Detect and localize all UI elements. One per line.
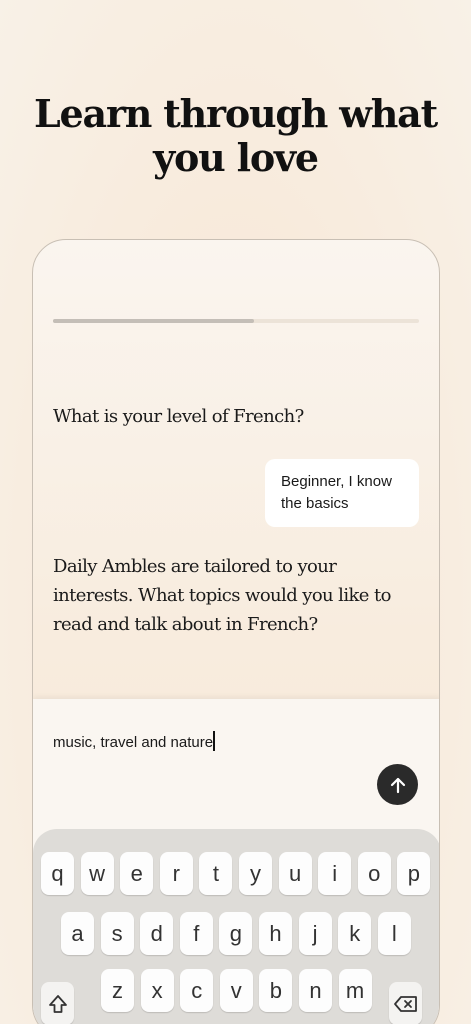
shift-key[interactable] — [41, 982, 74, 1024]
shift-icon — [48, 994, 67, 1013]
key-e[interactable]: e — [120, 852, 154, 895]
key-w[interactable]: w — [80, 852, 114, 895]
key-b[interactable]: b — [259, 969, 293, 1012]
key-p[interactable]: p — [397, 852, 431, 895]
key-s[interactable]: s — [100, 912, 134, 955]
key-c[interactable]: c — [180, 969, 214, 1012]
headline-line-2: you love — [153, 135, 319, 180]
message-input-value: music, travel and nature — [53, 734, 214, 751]
message-input[interactable]: music, travel and nature — [53, 731, 216, 751]
text-caret — [213, 731, 216, 751]
key-g[interactable]: g — [219, 912, 253, 955]
key-m[interactable]: m — [338, 969, 372, 1012]
key-r[interactable]: r — [159, 852, 193, 895]
message-composer: music, travel and nature qwertyuiop asdfg… — [33, 699, 439, 1024]
key-u[interactable]: u — [278, 852, 312, 895]
key-f[interactable]: f — [179, 912, 213, 955]
key-a[interactable]: a — [61, 912, 94, 955]
on-screen-keyboard: qwertyuiop asdfghjkl zxcvbnm — [33, 829, 439, 1024]
key-k[interactable]: k — [338, 912, 372, 955]
backspace-icon — [393, 995, 417, 1012]
key-o[interactable]: o — [357, 852, 391, 895]
key-v[interactable]: v — [219, 969, 253, 1012]
phone-mockup: What is your level of French? Beginner, … — [32, 239, 440, 1024]
key-d[interactable]: d — [140, 912, 174, 955]
chat-question-level: What is your level of French? — [53, 406, 304, 427]
key-x[interactable]: x — [140, 969, 174, 1012]
backspace-key[interactable] — [389, 982, 422, 1024]
headline-line-1: Learn through what — [34, 91, 438, 136]
progress-bar — [53, 319, 419, 323]
key-h[interactable]: h — [259, 912, 292, 955]
progress-fill — [53, 319, 255, 323]
key-l[interactable]: l — [377, 912, 411, 955]
send-button[interactable] — [377, 764, 418, 805]
chat-answer-bubble: Beginner, I know the basics — [265, 459, 419, 527]
key-j[interactable]: j — [298, 912, 332, 955]
headline: Learn through what you love — [0, 92, 471, 180]
key-t[interactable]: t — [199, 852, 233, 895]
chat-question-topics: Daily Ambles are tailored to your intere… — [53, 556, 391, 635]
key-y[interactable]: y — [239, 852, 272, 895]
key-i[interactable]: i — [318, 852, 352, 895]
key-z[interactable]: z — [101, 969, 134, 1012]
arrow-up-icon — [390, 777, 405, 793]
key-n[interactable]: n — [299, 969, 332, 1012]
key-q[interactable]: q — [41, 852, 74, 895]
